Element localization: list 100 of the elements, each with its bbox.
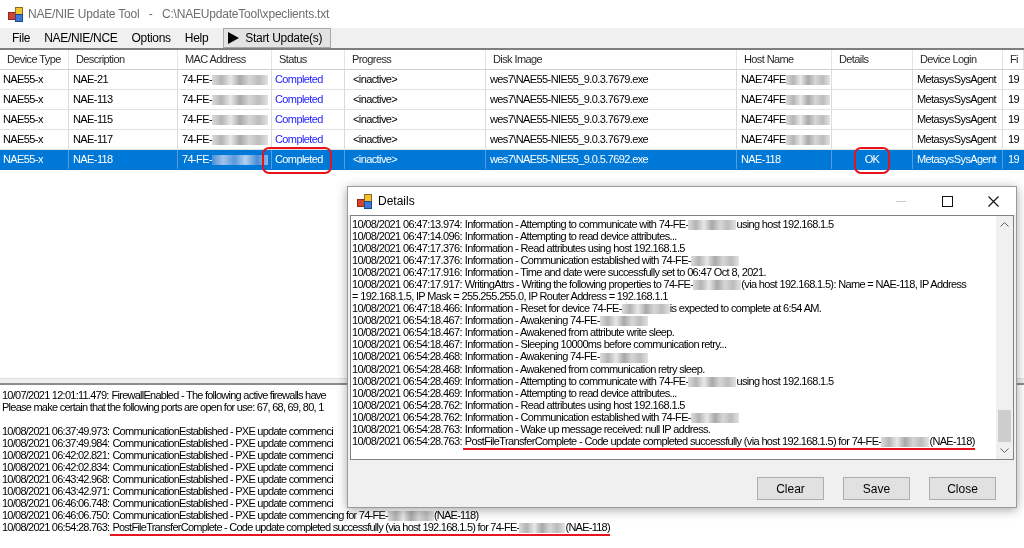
log-timestamp: 10/08/2021 06:47:14.096: <box>352 230 462 243</box>
host-name-text: NAE74FE <box>741 132 786 148</box>
column-header[interactable]: Description <box>69 50 178 69</box>
mac-address-text: 74-FE- <box>182 132 213 148</box>
log-timestamp: 10/08/2021 06:42:02.821: <box>2 449 110 461</box>
column-header[interactable]: Device Type <box>0 50 69 69</box>
column-header[interactable]: Disk Image <box>486 50 737 69</box>
log-message: using host 192.168.1.5 <box>736 374 834 387</box>
chevron-up-icon[interactable] <box>1000 222 1009 227</box>
log-message: CommunicationEstablished - PXE update commenci <box>112 497 333 509</box>
close-icon <box>987 195 999 207</box>
status-text: Completed <box>275 132 323 148</box>
mac-address-text: 74-FE- <box>182 152 213 168</box>
log-message: Information - Attempting to communicate with 74-FE- <box>464 374 689 387</box>
log-message: is expected to complete at 6:54 AM. <box>669 302 822 315</box>
log-timestamp: 10/07/2021 12:01:11.479: <box>2 389 109 401</box>
dialog-button[interactable]: Save <box>843 477 910 500</box>
log-message: Information - Awakening 74-FE- <box>464 314 600 327</box>
app-icon <box>357 193 373 209</box>
log-timestamp: 10/08/2021 06:54:28.468: <box>352 362 462 375</box>
table-cell: NAE-115 <box>69 110 178 129</box>
table-cell: wes7\NAE55-NIE55_9.0.5.7692.exe <box>486 150 737 169</box>
table-cell: wes7\NAE55-NIE55_9.0.3.7679.exe <box>486 90 737 109</box>
log-timestamp: 10/08/2021 06:47:13.974: <box>352 218 462 230</box>
mac-address-text: 74-FE- <box>182 112 213 128</box>
log-timestamp: 10/08/2021 06:54:28.763: <box>352 422 462 435</box>
column-header[interactable]: Status <box>272 50 345 69</box>
log-message: Information - Communication established with 74-FE- <box>464 410 691 423</box>
log-message: CommunicationEstablished - PXE update commenci <box>112 449 333 461</box>
log-timestamp: 10/08/2021 06:43:42.968: <box>2 473 110 485</box>
scrollbar-thumb[interactable] <box>998 410 1011 442</box>
log-message: CommunicationEstablished - PXE update commenci <box>112 473 333 485</box>
menu-item[interactable]: Options <box>124 28 178 48</box>
log-timestamp: 10/08/2021 06:47:17.916: <box>352 266 462 279</box>
log-timestamp: 10/08/2021 06:42:02.834: <box>2 461 110 473</box>
table-cell-text: 19 <box>1007 152 1021 168</box>
column-header[interactable]: Device Login <box>913 50 1003 69</box>
log-timestamp: 10/08/2021 06:54:28.468: <box>352 350 462 363</box>
log-message: Information - Read attributes using host 192.168.1.5 <box>464 398 685 411</box>
log-message: Information - Wake up message received: null IP address. <box>464 422 711 435</box>
status-text: Completed <box>275 92 323 108</box>
log-message: WritingAttrs - Writing the following properties to 74-FE- <box>464 278 694 291</box>
status-text: Completed <box>275 152 323 168</box>
table-cell: NAE55-x <box>0 90 69 109</box>
column-header[interactable]: MAC Address <box>178 50 272 69</box>
status-text: Completed <box>275 112 323 128</box>
menu-item[interactable]: File <box>5 28 38 48</box>
host-name-text: NAE74FE <box>741 92 786 108</box>
log-message: FirewallEnabled - The following active firewalls have <box>111 389 326 401</box>
table-cell: NAE-118 <box>69 150 178 169</box>
log-message: CommunicationEstablished - PXE update commenci <box>112 425 333 437</box>
log-message: Information - Attempting to communicate with 74-FE- <box>464 218 689 230</box>
log-message: Information - Awakened from attribute write sleep. <box>464 326 675 339</box>
start-update-button[interactable]: Start Update(s) <box>223 28 332 48</box>
log-textarea[interactable] <box>350 215 1014 460</box>
log-message: CommunicationEstablished - PXE update commenci <box>112 437 333 449</box>
details-text: OK <box>864 152 880 168</box>
progress-text: <inactive> <box>353 112 398 127</box>
log-timestamp: 10/08/2021 06:37:49.973: <box>2 425 110 437</box>
log-message: CommunicationEstablished - PXE update commencing for 74-FE- <box>112 509 388 521</box>
progress-text: <inactive> <box>353 92 398 107</box>
log-message: Information - Attempting to read device attributes... <box>464 386 677 399</box>
log-message: Information - Read attributes using host 192.168.1.5 <box>464 242 685 255</box>
table-cell: NAE-21 <box>69 70 178 89</box>
table-row[interactable]: NAE55-x NAE-21 74-FE- Completed <inactive> wes7\NAE55-NIE55_9.0.3.7679.exe NAE74FE MetasysSysAgent 19 <box>0 70 1024 90</box>
table-cell: MetasysSysAgent <box>913 70 1003 89</box>
log-message: Information - Awakening 74-FE- <box>464 350 600 363</box>
dialog-title: Details <box>378 193 415 210</box>
table-row[interactable]: NAE55-x NAE-117 74-FE- Completed <inactive> wes7\NAE55-NIE55_9.0.3.7679.exe NAE74FE MetasysSysAgent 19 <box>0 130 1024 150</box>
menu-item[interactable]: NAE/NIE/NCE <box>37 28 125 48</box>
log-message: Information - Attempting to read device attributes... <box>464 230 677 243</box>
table-row[interactable]: NAE55-x NAE-115 74-FE- Completed <inactive> wes7\NAE55-NIE55_9.0.3.7679.exe NAE74FE MetasysSysAgent 19 <box>0 110 1024 130</box>
progress-text: <inactive> <box>353 152 398 167</box>
log-timestamp: 10/08/2021 06:47:17.376: <box>352 242 462 255</box>
table-row[interactable]: NAE55-x NAE-113 74-FE- Completed <inactive> wes7\NAE55-NIE55_9.0.3.7679.exe NAE74FE MetasysSysAgent 19 <box>0 90 1024 110</box>
table-cell: NAE-117 <box>69 130 178 149</box>
column-header[interactable]: Fi <box>1003 50 1024 69</box>
column-header[interactable]: Host Name <box>737 50 832 69</box>
column-header[interactable]: Progress <box>345 50 486 69</box>
log-message: = 192.168.1.5, IP Mask = 255.255.255.0, IP Router Address = 192.168.1.1 <box>352 290 668 303</box>
log-message: Information - Time and date were successfully set to 06:47 Oct 8, 2021. <box>464 266 766 279</box>
table-cell: MetasysSysAgent <box>913 90 1003 109</box>
log-message: using host 192.168.1.5 <box>736 218 834 230</box>
host-name-text: NAE74FE <box>741 72 786 88</box>
dialog-button[interactable]: Clear <box>757 477 824 500</box>
table-cell: NAE-113 <box>69 90 178 109</box>
table-cell-text: 19 <box>1007 132 1021 148</box>
window-title: NAE/NIE Update Tool - C:\NAEUpdateTool\xpeclients.txt <box>28 6 330 23</box>
column-header[interactable]: Details <box>832 50 913 69</box>
dialog-button[interactable]: Close <box>929 477 996 500</box>
log-timestamp: 10/08/2021 06:54:18.467: <box>352 314 462 327</box>
chevron-down-icon[interactable] <box>1000 448 1009 453</box>
log-message: CommunicationEstablished - PXE update commenci <box>112 461 333 473</box>
log-message: (NAE-118) <box>433 509 479 521</box>
maximize-icon <box>941 195 953 207</box>
table-cell-text: 19 <box>1007 72 1021 88</box>
log-timestamp: 10/08/2021 06:47:17.376: <box>352 254 462 267</box>
scrollbar[interactable] <box>996 216 1013 459</box>
menu-item[interactable]: Help <box>177 28 216 48</box>
log-message: Information - Reset for device 74-FE- <box>464 302 622 315</box>
